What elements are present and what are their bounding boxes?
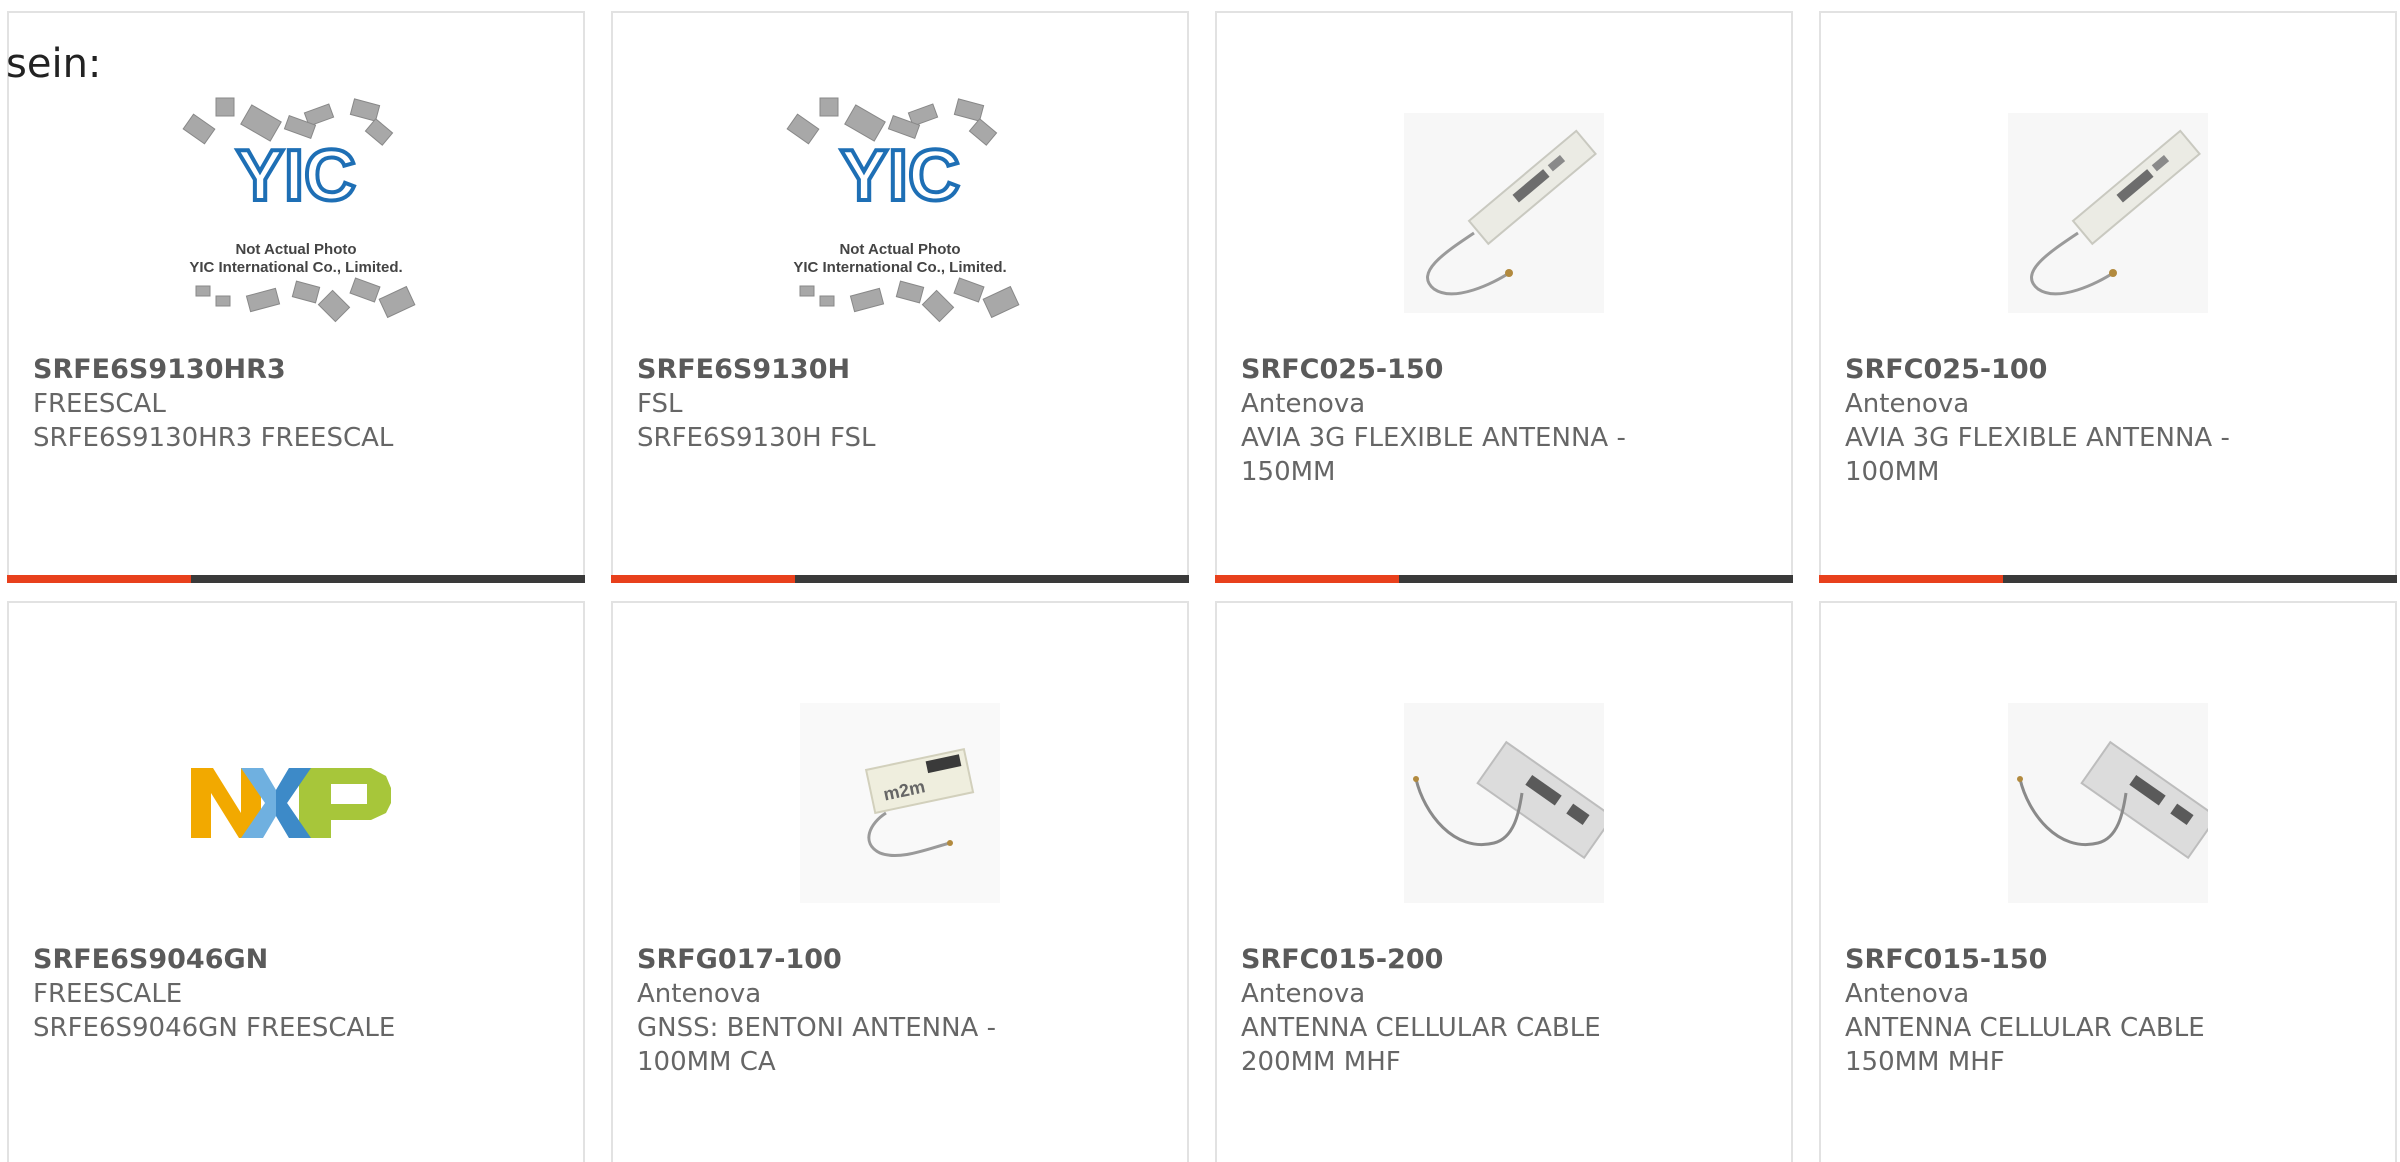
product-image[interactable] [9,663,583,943]
product-card[interactable]: SRFC025-150 Antenova AVIA 3G FLEXIBLE AN… [1215,11,1793,583]
heading-fragment: sein: [6,41,102,87]
card-accent-bar [1819,575,2003,583]
card-bottom-bar [1819,575,2397,583]
part-number[interactable]: SRFE6S9130HR3 [33,353,559,387]
nxp-logo [191,768,391,838]
product-card[interactable]: YIC Not Actual Photo YIC International C… [7,11,585,583]
product-image[interactable]: YIC Not Actual Photo YIC International C… [9,73,583,353]
card-accent-bar [611,575,795,583]
yic-placeholder-icon: YIC Not Actual Photo YIC International C… [182,97,416,323]
product-card[interactable]: SRFC015-150 Antenova ANTENNA CELLULAR CA… [1819,601,2397,1162]
flexible-antenna-icon [1404,113,1604,313]
part-number[interactable]: SRFC015-200 [1241,943,1767,977]
product-info: SRFC025-150 Antenova AVIA 3G FLEXIBLE AN… [1241,353,1767,489]
svg-text:YIC International Co., Limited: YIC International Co., Limited. [189,259,402,276]
product-image[interactable] [1217,73,1791,353]
product-image[interactable] [1821,663,2395,943]
description: AVIA 3G FLEXIBLE ANTENNA - 150MM [1241,423,1626,487]
product-image[interactable] [1217,663,1791,943]
part-number[interactable]: SRFC015-150 [1845,943,2371,977]
card-bottom-bar [611,575,1189,583]
product-image[interactable]: m2m [613,663,1187,943]
manufacturer: Antenova [1241,979,1366,1009]
description: AVIA 3G FLEXIBLE ANTENNA - 100MM [1845,423,2230,487]
description: ANTENNA CELLULAR CABLE 150MM MHF [1845,1013,2205,1077]
manufacturer: Antenova [1241,389,1366,419]
description: GNSS: BENTONI ANTENNA - 100MM CA [637,1013,996,1077]
product-card[interactable]: SRFC025-100 Antenova AVIA 3G FLEXIBLE AN… [1819,11,2397,583]
part-number[interactable]: SRFG017-100 [637,943,1163,977]
svg-text:YIC: YIC [236,136,356,216]
product-card[interactable]: m2m SRFG017-100 Antenova GNSS: BENTONI A… [611,601,1189,1162]
manufacturer: Antenova [1845,979,1970,1009]
product-info: SRFE6S9130HR3 FREESCAL SRFE6S9130HR3 FRE… [33,353,559,455]
cellular-antenna-icon [2008,703,2208,903]
card-bottom-bar [7,575,585,583]
product-info: SRFC015-200 Antenova ANTENNA CELLULAR CA… [1241,943,1767,1079]
description: SRFE6S9130H FSL [637,423,876,453]
manufacturer: Antenova [1845,389,1970,419]
part-number[interactable]: SRFC025-100 [1845,353,2371,387]
part-number[interactable]: SRFE6S9130H [637,353,1163,387]
part-number[interactable]: SRFC025-150 [1241,353,1767,387]
product-image[interactable]: YIC Not Actual Photo YIC International C… [613,73,1187,353]
svg-text:YIC: YIC [840,136,960,216]
product-info: SRFC015-150 Antenova ANTENNA CELLULAR CA… [1845,943,2371,1079]
product-grid-page: sein: YIC Not Actual Photo YIC Internati… [0,0,2400,1162]
card-accent-bar [1215,575,1399,583]
product-info: SRFE6S9046GN FREESCALE SRFE6S9046GN FREE… [33,943,559,1045]
flexible-antenna-icon [2008,113,2208,313]
svg-text:Not Actual Photo: Not Actual Photo [839,241,960,258]
manufacturer: FREESCAL [33,389,166,419]
product-info: SRFG017-100 Antenova GNSS: BENTONI ANTEN… [637,943,1163,1079]
card-bottom-bar [1215,575,1793,583]
manufacturer: Antenova [637,979,762,1009]
cellular-antenna-icon [1404,703,1604,903]
manufacturer: FREESCALE [33,979,183,1009]
product-info: SRFE6S9130H FSL SRFE6S9130H FSL [637,353,1163,455]
card-accent-bar [7,575,191,583]
description: SRFE6S9046GN FREESCALE [33,1013,396,1043]
m2m-antenna-icon: m2m [800,703,1000,903]
part-number[interactable]: SRFE6S9046GN [33,943,559,977]
product-image[interactable] [1821,73,2395,353]
description: ANTENNA CELLULAR CABLE 200MM MHF [1241,1013,1601,1077]
product-info: SRFC025-100 Antenova AVIA 3G FLEXIBLE AN… [1845,353,2371,489]
product-card[interactable]: SRFC015-200 Antenova ANTENNA CELLULAR CA… [1215,601,1793,1162]
product-card[interactable]: YIC Not Actual Photo YIC International C… [611,11,1189,583]
description: SRFE6S9130HR3 FREESCAL [33,423,394,453]
svg-text:Not Actual Photo: Not Actual Photo [235,241,356,258]
yic-placeholder-icon: YIC Not Actual Photo YIC International C… [786,97,1020,323]
svg-text:YIC International Co., Limited: YIC International Co., Limited. [793,259,1006,276]
product-card[interactable]: SRFE6S9046GN FREESCALE SRFE6S9046GN FREE… [7,601,585,1162]
manufacturer: FSL [637,389,683,419]
